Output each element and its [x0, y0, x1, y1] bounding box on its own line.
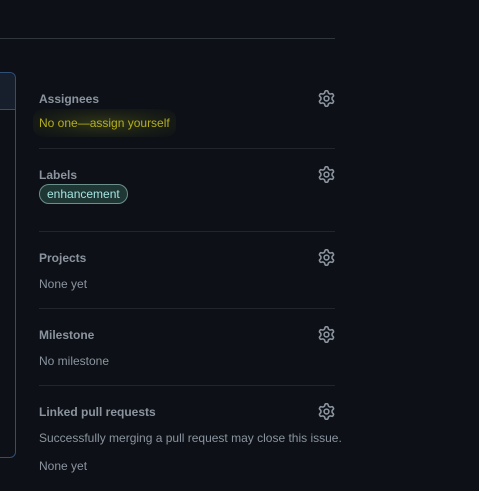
issue-sidebar: Assignees No one—assign yourself Labels … — [33, 0, 342, 491]
linked-pull-requests-description: Successfully merging a pull request may … — [39, 431, 342, 445]
linked-pull-requests-value: None yet — [39, 459, 88, 473]
milestone-title: Milestone — [39, 328, 95, 342]
linked-pull-requests-title: Linked pull requests — [39, 405, 156, 419]
section-divider — [39, 148, 335, 149]
projects-title: Projects — [39, 251, 87, 265]
section-divider — [39, 385, 335, 386]
labels-title: Labels — [39, 168, 78, 182]
projects-value: None yet — [39, 277, 88, 291]
milestone-value: No milestone — [39, 354, 110, 368]
section-divider — [39, 231, 335, 232]
assignees-title: Assignees — [39, 92, 100, 106]
comment-box-header — [0, 73, 15, 110]
gear-icon[interactable] — [318, 166, 335, 183]
assign-yourself-link[interactable]: No one—assign yourself — [33, 109, 176, 137]
comment-box-edge — [0, 72, 16, 458]
gear-icon[interactable] — [318, 403, 335, 420]
gear-icon[interactable] — [318, 90, 335, 107]
gear-icon[interactable] — [318, 326, 335, 343]
gear-icon[interactable] — [318, 249, 335, 266]
label-enhancement[interactable]: enhancement — [39, 184, 128, 204]
section-divider — [39, 308, 335, 309]
